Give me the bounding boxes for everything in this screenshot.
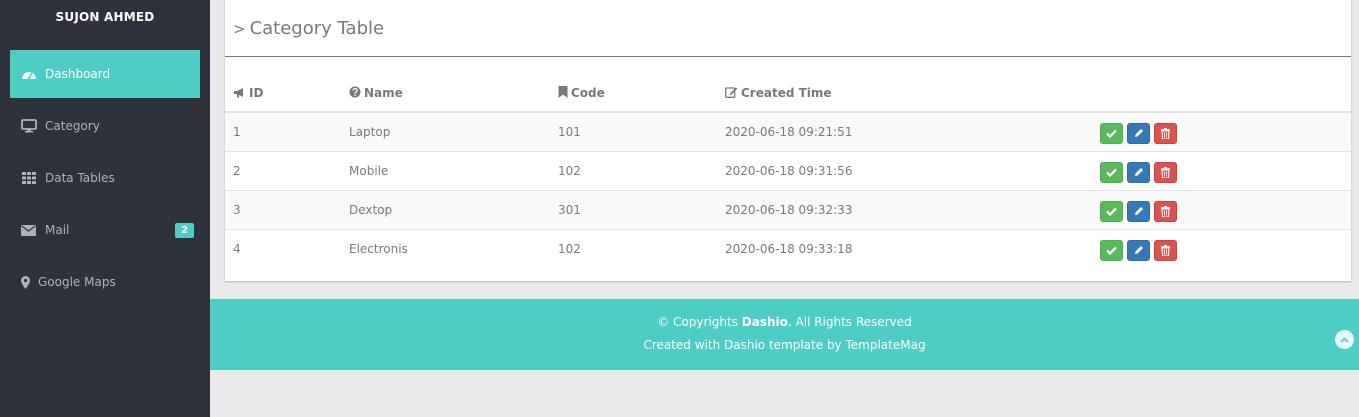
sidebar-item-category[interactable]: Category	[0, 102, 210, 150]
cell-name: Laptop	[349, 112, 558, 152]
trash-icon	[1161, 127, 1170, 139]
dashboard-icon	[20, 67, 37, 81]
chevron-right-icon: >	[233, 19, 246, 38]
copyright-text: © Copyrights Dashio. All Rights Reserved	[657, 315, 912, 329]
trash-icon	[1161, 205, 1170, 217]
cell-id: 2	[225, 151, 349, 191]
sidebar-item-dashboard[interactable]: Dashboard	[10, 50, 200, 98]
table-row: 1 Laptop 101 2020-06-18 09:21:51	[225, 112, 1351, 152]
delete-button[interactable]	[1154, 200, 1177, 222]
table-row: 2 Mobile 102 2020-06-18 09:31:56	[225, 151, 1351, 191]
trash-icon	[1161, 166, 1170, 178]
table-header-row: ID Name Code Created Time	[225, 57, 1351, 113]
cell-actions	[1100, 229, 1351, 268]
check-icon	[1106, 207, 1117, 216]
question-circle-icon	[349, 86, 361, 101]
cell-id: 1	[225, 112, 349, 152]
desktop-icon	[20, 119, 37, 133]
cell-created-time: 2020-06-18 09:32:33	[725, 190, 1100, 230]
cell-code: 102	[558, 151, 725, 191]
delete-button[interactable]	[1154, 161, 1177, 183]
sidebar: SUJON AHMED Dashboard Category Data Tabl…	[0, 0, 210, 417]
cell-created-time: 2020-06-18 09:33:18	[725, 241, 853, 256]
trash-icon	[1161, 244, 1170, 256]
cell-code: 102	[558, 241, 581, 256]
page-title: Category Table	[249, 17, 385, 39]
brand-name: Dashio	[741, 315, 788, 329]
check-icon	[1106, 129, 1117, 138]
sidebar-item-label: Category	[45, 119, 100, 133]
grid-icon	[20, 171, 37, 185]
cell-id: 4	[233, 241, 241, 256]
sidebar-item-label: Data Tables	[45, 171, 115, 185]
cell-name: Mobile	[349, 151, 558, 191]
pencil-icon	[1134, 129, 1143, 138]
sidebar-nav: Dashboard Category Data Tables Mail 2 Go…	[0, 50, 210, 310]
pencil-icon	[1134, 168, 1143, 176]
column-header-name[interactable]: Name	[349, 57, 558, 113]
site-footer: © Copyrights Dashio. All Rights Reserved…	[210, 299, 1359, 370]
column-header-code[interactable]: Code	[558, 57, 725, 113]
category-panel: > Category Table ID Name Code Created Ti…	[225, 0, 1351, 281]
approve-button[interactable]	[1100, 200, 1123, 222]
edit-button[interactable]	[1127, 239, 1150, 261]
back-to-top-button[interactable]	[1335, 330, 1354, 349]
cell-created-time: 2020-06-18 09:21:51	[725, 112, 1100, 152]
edit-icon	[725, 86, 738, 101]
edit-button[interactable]	[1127, 200, 1150, 222]
cell-code: 101	[558, 112, 725, 152]
cell-created-time: 2020-06-18 09:31:56	[725, 151, 1100, 191]
chevron-up-icon	[1340, 336, 1349, 343]
approve-button[interactable]	[1100, 122, 1123, 144]
sidebar-item-label: Google Maps	[38, 275, 116, 289]
check-icon	[1106, 168, 1117, 177]
edit-button[interactable]	[1127, 122, 1150, 144]
sidebar-item-google-maps[interactable]: Google Maps	[0, 258, 210, 306]
bullhorn-icon	[233, 87, 246, 101]
edit-button[interactable]	[1127, 161, 1150, 183]
mail-count-badge: 2	[175, 223, 194, 238]
cell-name: Electronis	[349, 241, 408, 256]
credit-text: Created with Dashio template by Template…	[643, 338, 926, 352]
map-marker-icon	[20, 275, 30, 289]
cell-actions	[1100, 151, 1351, 191]
column-header-created-time[interactable]: Created Time	[725, 57, 1100, 113]
table-row: 4 Electronis 102 2020-06-18 09:33:18	[225, 229, 1351, 268]
sidebar-item-label: Dashboard	[45, 67, 111, 81]
cell-actions	[1100, 190, 1351, 230]
panel-header: > Category Table	[225, 0, 1351, 57]
category-table: ID Name Code Created Time 1 Laptop 101 2…	[225, 57, 1351, 268]
column-header-id[interactable]: ID	[225, 57, 349, 113]
envelope-icon	[20, 223, 37, 237]
sidebar-item-mail[interactable]: Mail 2	[0, 206, 210, 254]
sidebar-item-data-tables[interactable]: Data Tables	[0, 154, 210, 202]
user-name: SUJON AHMED	[55, 10, 155, 24]
cell-name: Dextop	[349, 190, 558, 230]
pencil-icon	[1134, 207, 1143, 215]
approve-button[interactable]	[1100, 161, 1123, 183]
table-row: 3 Dextop 301 2020-06-18 09:32:33	[225, 190, 1351, 230]
pencil-icon	[1134, 246, 1143, 255]
cell-id: 3	[225, 190, 349, 230]
approve-button[interactable]	[1100, 239, 1123, 261]
delete-button[interactable]	[1154, 239, 1177, 261]
cell-actions	[1100, 112, 1351, 152]
cell-code: 301	[558, 190, 725, 230]
sidebar-item-label: Mail	[45, 223, 70, 237]
bookmark-icon	[558, 85, 568, 101]
column-header-actions	[1100, 57, 1351, 113]
check-icon	[1106, 246, 1117, 255]
delete-button[interactable]	[1154, 122, 1177, 144]
